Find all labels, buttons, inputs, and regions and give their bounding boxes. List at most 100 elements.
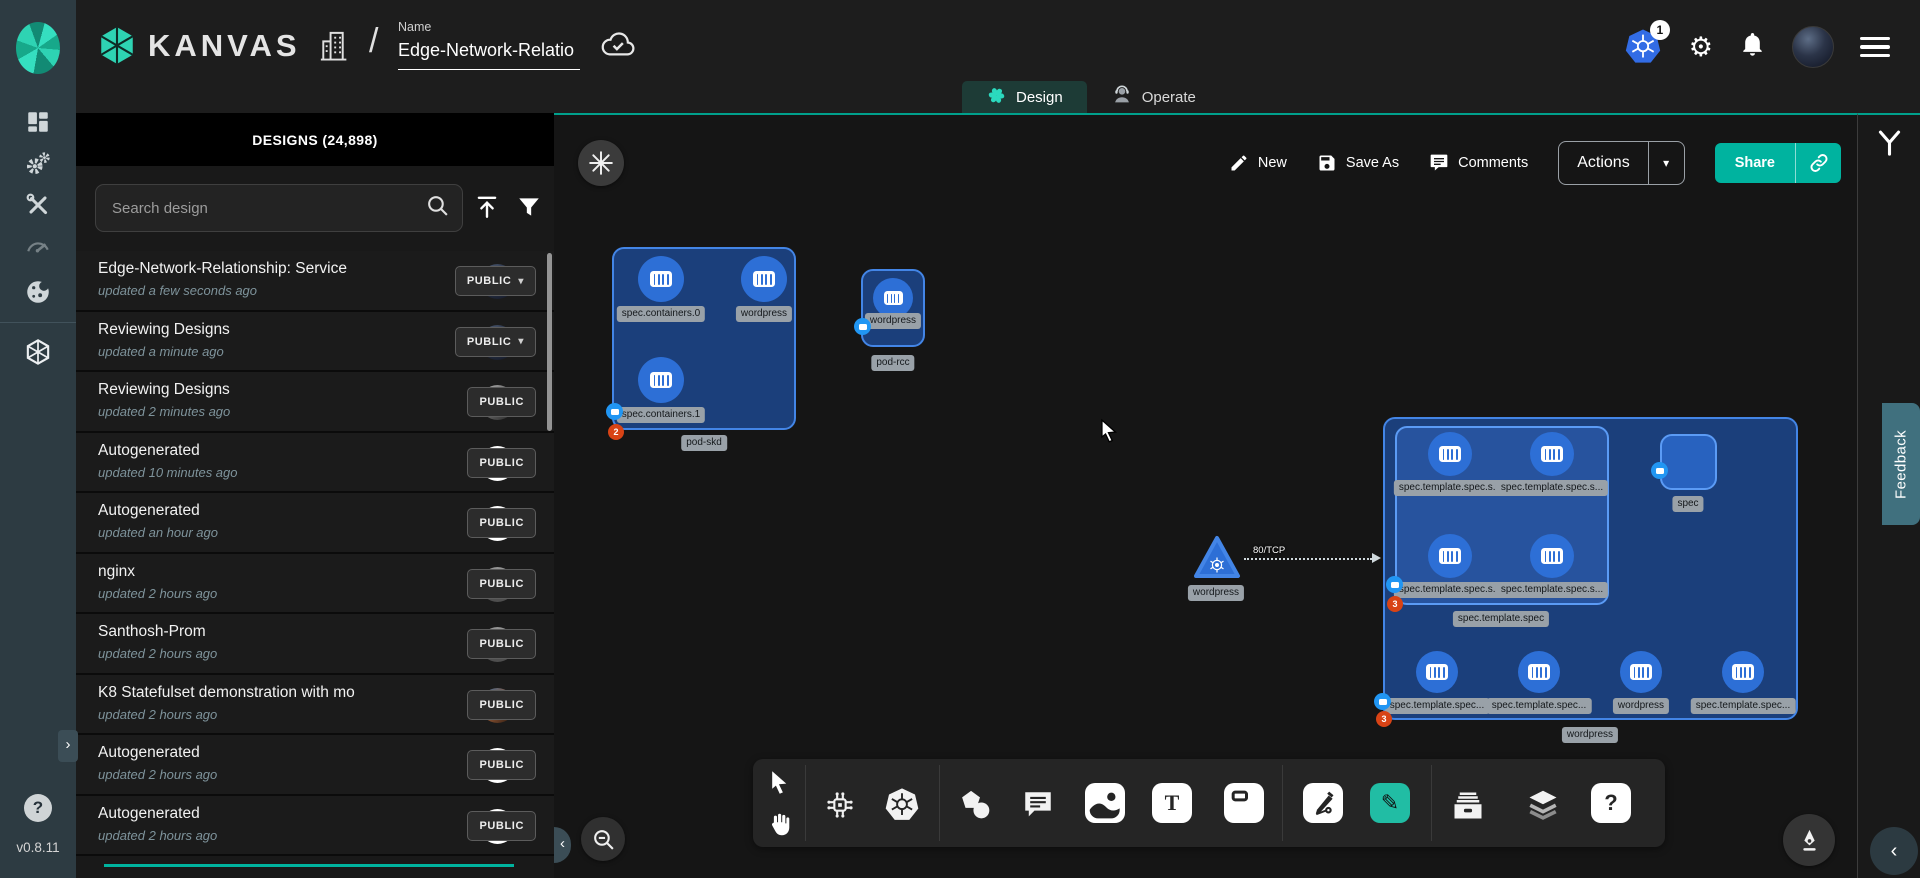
node-template-container-2[interactable] bbox=[1428, 534, 1472, 578]
design-list-item[interactable]: Edge-Network-Relationship: Serviceupdate… bbox=[76, 251, 554, 312]
actions-caret-icon[interactable]: ▾ bbox=[1648, 142, 1684, 184]
visibility-badge[interactable]: PUBLIC bbox=[467, 508, 536, 538]
search-input[interactable] bbox=[96, 200, 425, 217]
design-list-item[interactable]: Autogeneratedupdated 2 hours agoPUBLIC bbox=[76, 796, 554, 857]
meshery-snowflake-button[interactable] bbox=[578, 140, 624, 186]
pod-status-badge-icon[interactable] bbox=[1386, 576, 1403, 593]
hamburger-menu-icon[interactable] bbox=[1860, 37, 1890, 58]
visibility-badge[interactable]: PUBLIC bbox=[467, 387, 536, 417]
pan-hand-tool-icon[interactable] bbox=[763, 805, 795, 843]
performance-gauge-icon[interactable] bbox=[24, 233, 52, 261]
design-updated: updated 2 hours ago bbox=[98, 646, 217, 661]
visibility-badge[interactable]: PUBLIC▾ bbox=[455, 327, 536, 357]
node-container-wordpress[interactable] bbox=[741, 256, 787, 302]
visibility-badge[interactable]: PUBLIC bbox=[467, 690, 536, 720]
node-service-wordpress[interactable] bbox=[1193, 535, 1241, 586]
pod-status-badge-icon[interactable] bbox=[854, 318, 871, 335]
user-avatar[interactable] bbox=[1792, 26, 1834, 68]
help-tool-icon[interactable]: ? bbox=[1591, 783, 1631, 823]
node-container-wordpress-2[interactable] bbox=[873, 278, 913, 318]
pen-nib-button[interactable] bbox=[1783, 814, 1835, 866]
new-button[interactable]: New bbox=[1229, 153, 1287, 173]
relationship-graph-tool-icon[interactable] bbox=[818, 783, 862, 827]
flows-y-icon[interactable] bbox=[1874, 127, 1905, 163]
kubernetes-tool-icon[interactable] bbox=[880, 783, 924, 827]
organization-icon[interactable] bbox=[318, 28, 348, 67]
notifications-bell-icon[interactable] bbox=[1739, 31, 1766, 63]
node-spec[interactable] bbox=[1660, 434, 1717, 490]
layers-tool-icon[interactable] bbox=[1521, 783, 1565, 827]
visibility-badge[interactable]: PUBLIC bbox=[467, 629, 536, 659]
kanvas-hexagon-icon[interactable] bbox=[24, 338, 52, 366]
feedback-tab[interactable]: Feedback bbox=[1882, 403, 1920, 525]
freehand-draw-tool-icon[interactable]: ✎ bbox=[1370, 783, 1410, 823]
pod-status-badge-icon[interactable] bbox=[1374, 693, 1391, 710]
node-container-spec1[interactable] bbox=[638, 357, 684, 403]
catalog-icon[interactable] bbox=[24, 278, 52, 306]
node-template-container-0[interactable] bbox=[1428, 432, 1472, 476]
toolbox-icon[interactable] bbox=[24, 191, 52, 219]
design-list-item[interactable]: Autogeneratedupdated 10 minutes agoPUBLI… bbox=[76, 433, 554, 494]
pencil-icon bbox=[1229, 153, 1249, 173]
design-list-item[interactable]: Santhosh-Promupdated 2 hours agoPUBLIC bbox=[76, 614, 554, 675]
dashboard-icon[interactable] bbox=[24, 108, 52, 136]
right-collapse-chevron[interactable]: ‹ bbox=[1870, 827, 1918, 875]
toolbar-divider bbox=[939, 765, 940, 841]
media-tool-icon[interactable] bbox=[1085, 783, 1125, 823]
search-icon[interactable] bbox=[425, 193, 450, 223]
comment-tool-icon[interactable] bbox=[1016, 783, 1060, 827]
share-split-button[interactable]: Share bbox=[1715, 143, 1841, 183]
pod-status-badge-icon[interactable] bbox=[606, 403, 623, 420]
meshery-logo-icon[interactable] bbox=[16, 22, 60, 74]
actions-split-button[interactable]: Actions ▾ bbox=[1558, 141, 1684, 185]
design-pinwheel-icon bbox=[986, 85, 1007, 110]
comments-button[interactable]: Comments bbox=[1429, 153, 1528, 173]
deployment-error-badge[interactable]: 3 bbox=[1376, 711, 1392, 727]
panel-collapse-chevron[interactable]: ‹ bbox=[554, 827, 571, 863]
design-name-input[interactable] bbox=[398, 34, 580, 70]
settings-gears-icon[interactable] bbox=[24, 149, 52, 177]
component-drawer-tool-icon[interactable] bbox=[1446, 783, 1490, 827]
brand-name: KANVAS bbox=[148, 28, 301, 64]
tab-design[interactable]: Design bbox=[962, 81, 1087, 113]
save-as-button[interactable]: Save As bbox=[1317, 153, 1399, 173]
settings-gear-icon[interactable]: ⚙ bbox=[1689, 34, 1713, 61]
design-canvas[interactable]: New Save As Comments Actions ▾ Share bbox=[554, 113, 1857, 878]
panel-expand-handle[interactable]: › bbox=[58, 730, 78, 762]
list-scrollbar[interactable] bbox=[547, 253, 552, 431]
frame-tool-icon[interactable] bbox=[1224, 783, 1264, 823]
pod-error-badge[interactable]: 2 bbox=[608, 424, 624, 440]
design-list-item[interactable]: Reviewing Designsupdated a minute agoPUB… bbox=[76, 312, 554, 373]
design-list-item[interactable]: K8 Statefulset demonstration with moupda… bbox=[76, 675, 554, 736]
node-template-container-3[interactable] bbox=[1530, 534, 1574, 578]
node-bottom-container-0[interactable] bbox=[1416, 651, 1458, 693]
text-tool-icon[interactable]: T bbox=[1152, 783, 1192, 823]
help-icon[interactable]: ? bbox=[24, 794, 52, 822]
visibility-badge[interactable]: PUBLIC bbox=[467, 811, 536, 841]
node-bottom-container-3[interactable] bbox=[1722, 651, 1764, 693]
design-list-item[interactable]: Autogeneratedupdated 2 hours agoPUBLIC bbox=[76, 735, 554, 796]
select-tool-icon[interactable] bbox=[763, 763, 795, 801]
shapes-tool-icon[interactable] bbox=[954, 783, 998, 827]
copy-link-icon[interactable] bbox=[1795, 143, 1841, 183]
design-list-item[interactable]: Reviewing Designsupdated 2 minutes agoPU… bbox=[76, 372, 554, 433]
tab-operate[interactable]: Operate bbox=[1087, 81, 1220, 113]
node-template-container-1[interactable] bbox=[1530, 432, 1574, 476]
kubernetes-context-switcher[interactable]: 1 bbox=[1623, 26, 1663, 68]
import-design-icon[interactable] bbox=[474, 194, 500, 225]
visibility-badge[interactable]: PUBLIC bbox=[467, 448, 536, 478]
visibility-badge[interactable]: PUBLIC▾ bbox=[455, 266, 536, 296]
node-container-spec0[interactable] bbox=[638, 256, 684, 302]
design-list-item[interactable]: nginxupdated 2 hours agoPUBLIC bbox=[76, 554, 554, 615]
filter-icon[interactable] bbox=[516, 194, 542, 225]
pod-status-badge-icon[interactable] bbox=[1651, 462, 1668, 479]
visibility-badge[interactable]: PUBLIC bbox=[467, 750, 536, 780]
visibility-badge[interactable]: PUBLIC bbox=[467, 569, 536, 599]
node-bottom-container-1[interactable] bbox=[1518, 651, 1560, 693]
design-list-item[interactable]: Autogeneratedupdated an hour agoPUBLIC bbox=[76, 493, 554, 554]
zoom-button[interactable] bbox=[581, 817, 625, 861]
node-bottom-container-2[interactable] bbox=[1620, 651, 1662, 693]
container-label: spec.template.spec.s... bbox=[1496, 480, 1608, 496]
pen-tool-icon[interactable] bbox=[1303, 783, 1343, 823]
template-error-badge[interactable]: 3 bbox=[1387, 596, 1403, 612]
